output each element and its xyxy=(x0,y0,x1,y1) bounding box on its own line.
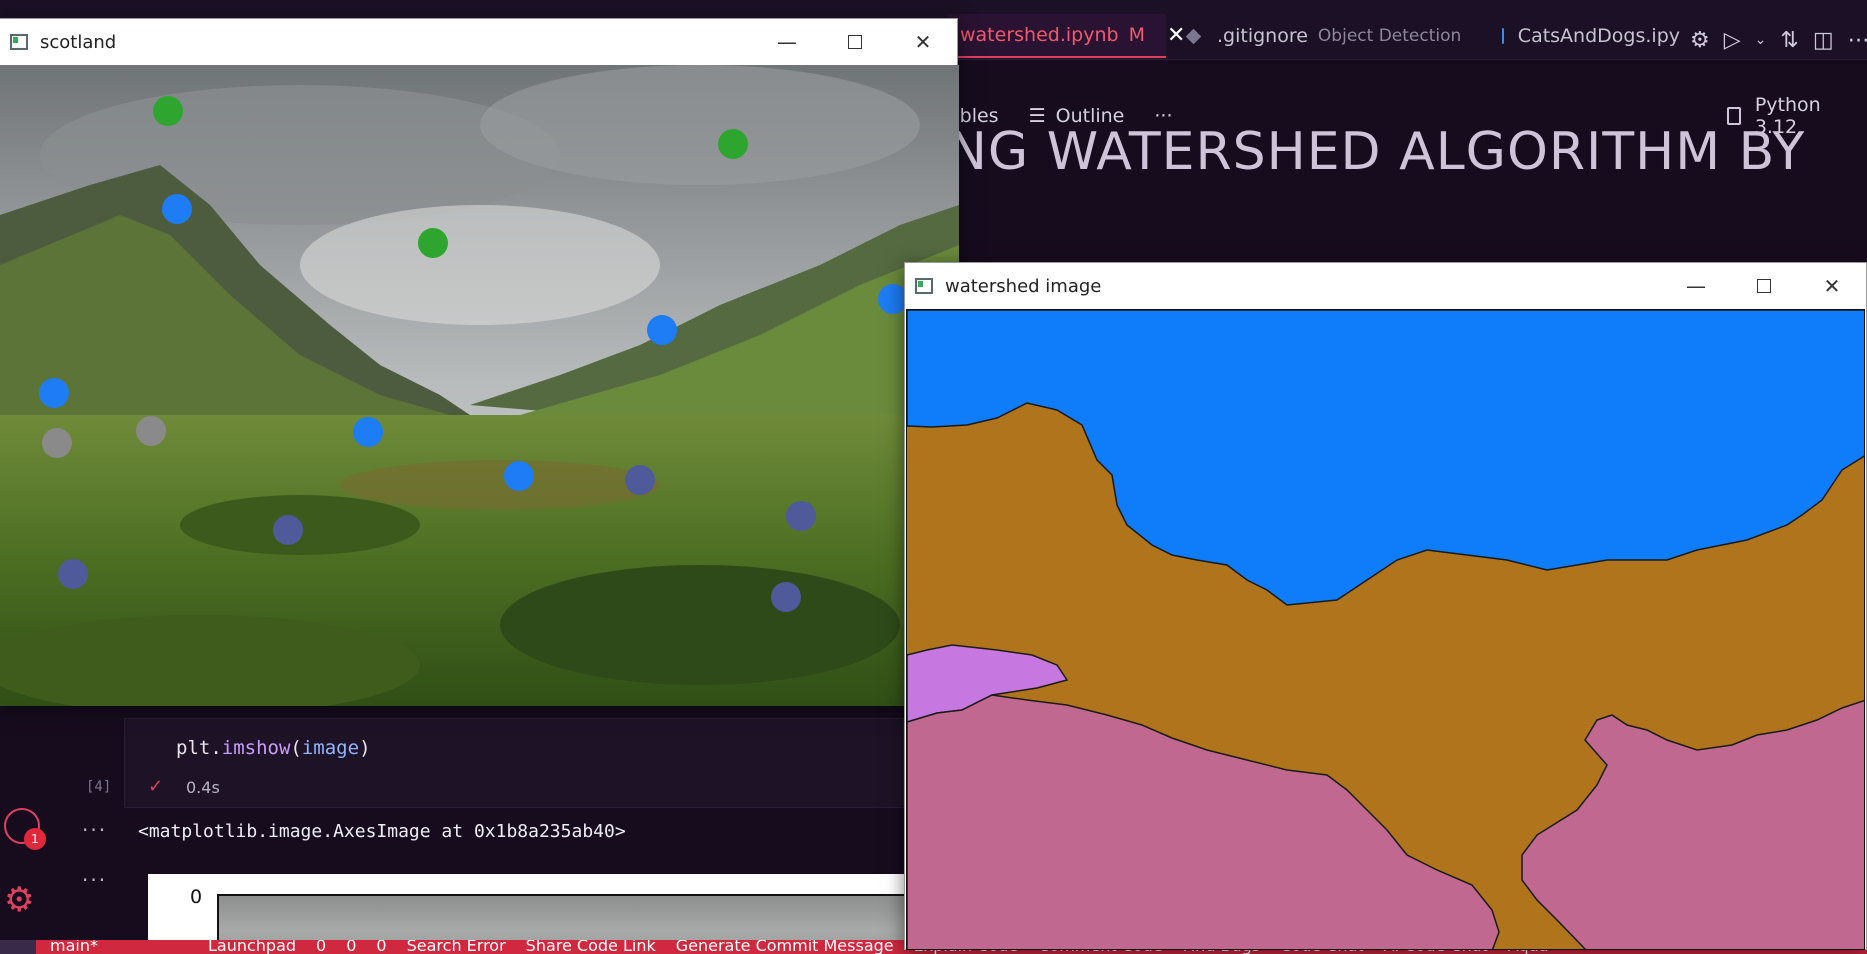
code-cell[interactable] xyxy=(124,718,904,808)
scotland-window[interactable]: scotland — ✕ xyxy=(0,18,959,706)
errors-count[interactable]: 0 xyxy=(316,940,326,954)
segmentation-image xyxy=(907,310,1864,949)
tab-watershed[interactable]: watershed.ipynb M ✕ xyxy=(948,14,1185,58)
launchpad-item[interactable]: Launchpad xyxy=(208,940,296,954)
code-function: imshow xyxy=(221,737,291,759)
maximize-icon[interactable] xyxy=(821,19,889,65)
check-icon: ✓ xyxy=(148,776,164,797)
tab-label: CatsAndDogs.ipy xyxy=(1517,25,1680,47)
split-editor-icon[interactable]: ◫ xyxy=(1813,28,1834,53)
compare-icon[interactable]: ⇅ xyxy=(1780,28,1798,53)
output-more-button[interactable]: ··· xyxy=(82,818,107,842)
window-app-icon xyxy=(10,34,28,50)
watershed-segmentation[interactable] xyxy=(906,309,1865,950)
modified-indicator: M xyxy=(1128,24,1145,46)
tab-catsanddogs[interactable]: CatsAndDogs.ipy xyxy=(1490,14,1680,58)
close-icon[interactable]: ✕ xyxy=(1798,263,1866,309)
markdown-heading: NG WATERSHED ALGORITHM BY xyxy=(948,122,1806,182)
warnings-count[interactable]: 0 xyxy=(346,940,356,954)
tab-detail: Object Detection xyxy=(1317,26,1462,46)
window-titlebar[interactable]: watershed image — ✕ xyxy=(905,263,1866,309)
close-icon[interactable]: ✕ xyxy=(889,19,957,65)
execution-time: 0.4s xyxy=(186,778,220,797)
tab-label: .gitignore xyxy=(1217,25,1308,47)
window-title: scotland xyxy=(40,31,117,53)
scotland-photo[interactable] xyxy=(0,65,959,706)
ports-count[interactable]: 0 xyxy=(376,940,386,954)
generate-commit-item[interactable]: Generate Commit Message xyxy=(676,940,894,954)
code-object: plt. xyxy=(176,737,222,759)
git-file-icon xyxy=(1185,28,1202,44)
tab-label: watershed.ipynb xyxy=(960,24,1119,46)
share-code-link-item[interactable]: Share Code Link xyxy=(526,940,656,954)
tab-actions: ⚙ ▷ ⌄ ⇅ ◫ ⋯ xyxy=(1690,20,1867,60)
run-icon[interactable]: ▷ xyxy=(1724,28,1741,53)
window-titlebar[interactable]: scotland — ✕ xyxy=(0,19,957,65)
notebook-file-icon xyxy=(1502,28,1504,44)
settings-gear-icon[interactable]: ⚙ xyxy=(4,880,34,920)
chevron-down-icon[interactable]: ⌄ xyxy=(1755,32,1767,48)
minimize-icon[interactable]: — xyxy=(1662,263,1730,309)
maximize-icon[interactable] xyxy=(1730,263,1798,309)
code-line: plt.imshow(image) xyxy=(176,737,371,759)
cell-output-text: <matplotlib.image.AxesImage at 0x1b8a235… xyxy=(138,821,626,842)
execution-count: [4] xyxy=(86,779,112,795)
landscape-image xyxy=(0,65,959,706)
tab-gitignore[interactable]: .gitignore Object Detection xyxy=(1180,14,1470,58)
plot-ytick-label: 0 xyxy=(190,886,203,908)
window-app-icon xyxy=(915,278,933,294)
minimize-icon[interactable]: — xyxy=(753,19,821,65)
window-title: watershed image xyxy=(945,275,1102,297)
remote-indicator[interactable] xyxy=(0,940,36,954)
search-error-item[interactable]: Search Error xyxy=(407,940,506,954)
code-argument: image xyxy=(301,737,360,759)
watershed-window[interactable]: watershed image — ✕ xyxy=(904,262,1867,950)
output-more-button-2[interactable]: ··· xyxy=(82,868,107,892)
branch-item[interactable]: main* xyxy=(50,940,98,954)
more-icon[interactable]: ⋯ xyxy=(1848,28,1867,53)
gear-icon[interactable]: ⚙ xyxy=(1690,28,1710,53)
account-badge: 1 xyxy=(24,828,46,850)
